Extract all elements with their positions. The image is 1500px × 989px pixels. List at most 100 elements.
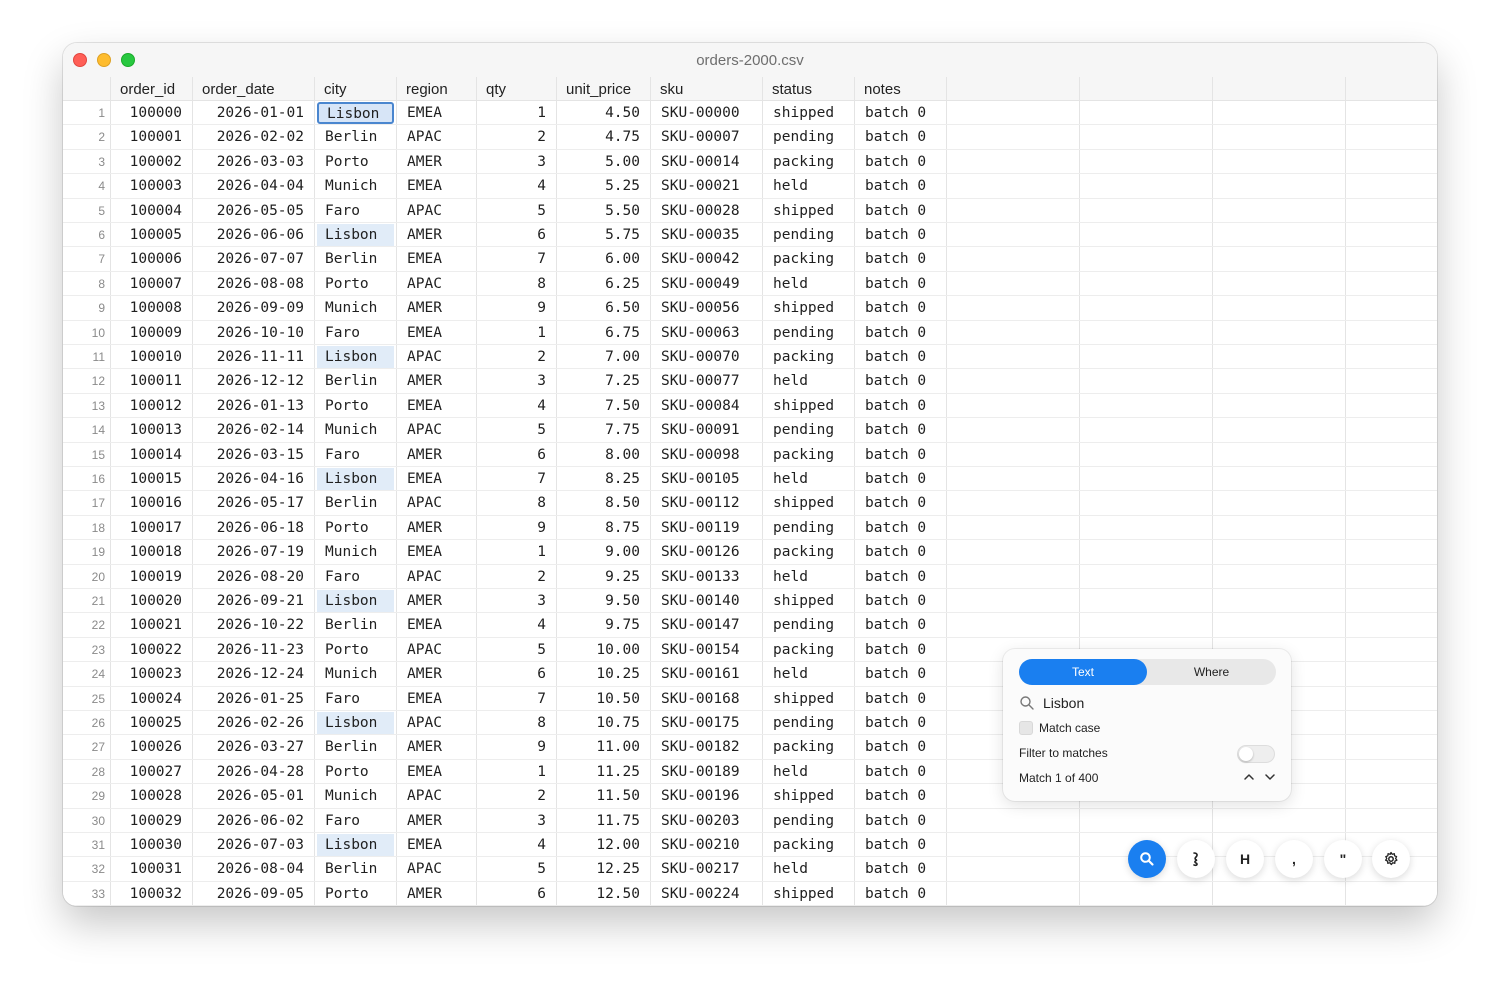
table-cell[interactable]: 2026-11-11 (192, 345, 314, 369)
delimiter-button[interactable]: , (1275, 840, 1313, 878)
table-cell[interactable]: SKU-00084 (650, 394, 762, 418)
table-cell[interactable]: 2026-09-21 (192, 589, 314, 613)
table-cell[interactable]: 100027 (110, 760, 192, 784)
table-cell[interactable]: batch 0 (854, 735, 946, 759)
table-cell[interactable]: Berlin (314, 491, 396, 515)
table-cell[interactable]: 100017 (110, 516, 192, 540)
table-cell[interactable]: 100032 (110, 882, 192, 906)
table-cell[interactable]: 100028 (110, 784, 192, 808)
table-cell[interactable]: 100010 (110, 345, 192, 369)
table-cell[interactable]: 100019 (110, 565, 192, 589)
table-cell[interactable]: Porto (314, 150, 396, 174)
table-cell[interactable]: 2026-02-26 (192, 711, 314, 735)
cell-match[interactable]: Lisbon (317, 712, 394, 734)
table-cell[interactable]: 8 (476, 491, 556, 515)
table-cell[interactable]: SKU-00175 (650, 711, 762, 735)
column-header-region[interactable]: region (396, 77, 476, 101)
table-cell[interactable]: 2 (476, 784, 556, 808)
table-cell[interactable]: batch 0 (854, 516, 946, 540)
table-cell[interactable]: 2026-01-13 (192, 394, 314, 418)
table-cell[interactable]: pending (762, 223, 854, 247)
table-cell[interactable]: 2026-10-10 (192, 321, 314, 345)
table-cell[interactable]: batch 0 (854, 443, 946, 467)
table-cell[interactable]: 12.25 (556, 857, 650, 881)
table-cell[interactable]: 3 (476, 589, 556, 613)
table-cell[interactable]: 10.25 (556, 662, 650, 686)
table-cell[interactable]: 2026-08-04 (192, 857, 314, 881)
table-cell[interactable]: batch 0 (854, 784, 946, 808)
table-cell[interactable]: SKU-00224 (650, 882, 762, 906)
table-cell[interactable]: 2026-11-23 (192, 638, 314, 662)
table-cell[interactable]: EMEA (396, 321, 476, 345)
table-cell[interactable]: AMER (396, 662, 476, 686)
table-cell[interactable]: APAC (396, 857, 476, 881)
table-cell[interactable]: SKU-00203 (650, 809, 762, 833)
table-cell[interactable]: EMEA (396, 760, 476, 784)
table-cell[interactable]: batch 0 (854, 467, 946, 491)
table-cell[interactable]: Berlin (314, 247, 396, 271)
table-cell[interactable]: 100006 (110, 247, 192, 271)
table-cell[interactable]: SKU-00077 (650, 369, 762, 393)
table-cell[interactable]: 100004 (110, 199, 192, 223)
table-cell[interactable]: 5.00 (556, 150, 650, 174)
table-cell[interactable]: 2026-04-16 (192, 467, 314, 491)
table-cell[interactable]: 3 (476, 369, 556, 393)
table-cell[interactable]: batch 0 (854, 613, 946, 637)
table-cell[interactable]: packing (762, 833, 854, 857)
table-cell[interactable]: batch 0 (854, 833, 946, 857)
table-cell[interactable]: batch 0 (854, 809, 946, 833)
table-cell[interactable]: batch 0 (854, 638, 946, 662)
regex-button[interactable] (1177, 840, 1215, 878)
table-cell[interactable]: SKU-00028 (650, 199, 762, 223)
table-cell[interactable]: 100031 (110, 857, 192, 881)
table-cell[interactable]: 5 (476, 857, 556, 881)
table-cell[interactable]: packing (762, 345, 854, 369)
table-cell[interactable]: 10.75 (556, 711, 650, 735)
table-cell[interactable]: SKU-00147 (650, 613, 762, 637)
table-cell[interactable]: 11.25 (556, 760, 650, 784)
table-cell[interactable]: packing (762, 540, 854, 564)
table-cell[interactable]: 2026-08-20 (192, 565, 314, 589)
table-cell[interactable]: 100003 (110, 174, 192, 198)
table-cell[interactable]: 6.00 (556, 247, 650, 271)
table-cell[interactable]: EMEA (396, 101, 476, 125)
table-cell[interactable]: APAC (396, 784, 476, 808)
table-cell[interactable]: held (762, 174, 854, 198)
table-cell[interactable]: APAC (396, 125, 476, 149)
table-cell[interactable]: 2026-12-12 (192, 369, 314, 393)
table-cell[interactable]: SKU-00140 (650, 589, 762, 613)
table-cell[interactable]: pending (762, 125, 854, 149)
table-cell[interactable]: 6 (476, 223, 556, 247)
table-cell[interactable]: batch 0 (854, 296, 946, 320)
table-cell[interactable]: Berlin (314, 369, 396, 393)
table-cell[interactable]: pending (762, 516, 854, 540)
table-cell[interactable]: SKU-00112 (650, 491, 762, 515)
table-cell[interactable]: shipped (762, 687, 854, 711)
table-cell[interactable]: 1 (476, 540, 556, 564)
table-cell[interactable]: 12.50 (556, 882, 650, 906)
table-cell[interactable]: 4.50 (556, 101, 650, 125)
table-cell[interactable]: 7 (476, 247, 556, 271)
table-cell[interactable]: 100020 (110, 589, 192, 613)
table-cell[interactable]: shipped (762, 784, 854, 808)
table-cell[interactable]: 2026-05-05 (192, 199, 314, 223)
table-cell[interactable]: 9.75 (556, 613, 650, 637)
table-cell[interactable]: 2026-03-03 (192, 150, 314, 174)
table-cell[interactable]: batch 0 (854, 662, 946, 686)
table-cell[interactable]: 2026-01-25 (192, 687, 314, 711)
table-cell[interactable]: 100030 (110, 833, 192, 857)
table-cell[interactable]: 100009 (110, 321, 192, 345)
table-cell[interactable]: APAC (396, 638, 476, 662)
table-cell[interactable]: 100023 (110, 662, 192, 686)
table-cell[interactable]: 9.50 (556, 589, 650, 613)
cell-match[interactable]: Lisbon (317, 224, 394, 246)
table-cell[interactable]: 4 (476, 394, 556, 418)
table-cell[interactable]: 1 (476, 101, 556, 125)
table-cell[interactable]: batch 0 (854, 711, 946, 735)
table-cell[interactable]: batch 0 (854, 491, 946, 515)
table-cell[interactable]: 100005 (110, 223, 192, 247)
table-cell[interactable]: Porto (314, 638, 396, 662)
table-cell[interactable]: 3 (476, 150, 556, 174)
match-case-checkbox[interactable] (1019, 721, 1033, 735)
table-cell[interactable]: Munich (314, 784, 396, 808)
